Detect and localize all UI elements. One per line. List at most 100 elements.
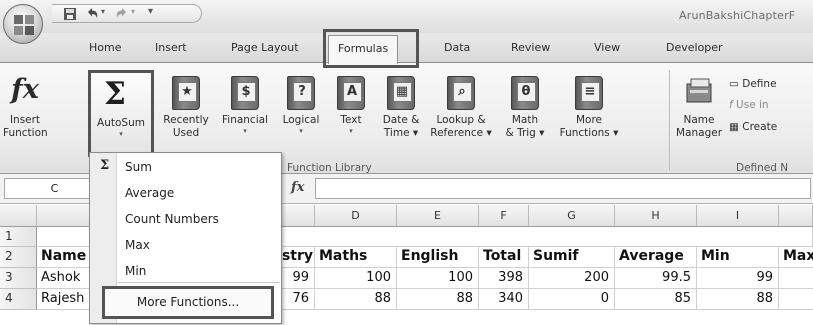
menu-item-more-functions[interactable]: More Functions... bbox=[102, 286, 274, 319]
undo-icon[interactable] bbox=[84, 6, 100, 22]
row-header-3[interactable]: 3 bbox=[0, 268, 37, 289]
cell-g3[interactable]: 200 bbox=[529, 268, 615, 289]
formula-input[interactable] bbox=[315, 178, 811, 199]
autosum-label: AutoSum bbox=[97, 117, 145, 129]
more-functions-icon: ≡ bbox=[575, 76, 603, 110]
cell-a3[interactable]: Ashok bbox=[37, 268, 97, 289]
cell-d3[interactable]: 100 bbox=[315, 268, 397, 289]
redo-dropdown-icon[interactable]: ▾ bbox=[131, 7, 135, 16]
office-logo-icon bbox=[14, 15, 34, 35]
insert-function-button[interactable]: fx Insert Function bbox=[3, 70, 48, 156]
defined-names-group-label: Defined N bbox=[736, 162, 789, 174]
row-header-4[interactable]: 4 bbox=[0, 289, 37, 310]
cell-j4[interactable] bbox=[779, 289, 813, 310]
more-functions-ribbon-button[interactable]: ≡ More Functions ▾ bbox=[556, 70, 622, 156]
tab-page-layout[interactable]: Page Layout bbox=[231, 41, 299, 54]
financial-icon: $ bbox=[231, 76, 259, 110]
cell-d2[interactable]: Maths bbox=[315, 247, 397, 268]
cell-a4[interactable]: Rajesh bbox=[37, 289, 97, 310]
window-title: ArunBakshiChapterF bbox=[679, 9, 796, 22]
function-library-group-label: Function Library bbox=[287, 162, 372, 174]
date-time-button[interactable]: ▦ Date & Time ▾ bbox=[377, 70, 425, 156]
calendar-icon: ▦ bbox=[387, 76, 415, 110]
cell-e3[interactable]: 100 bbox=[397, 268, 479, 289]
logical-button[interactable]: ? Logical ▾ bbox=[276, 70, 326, 156]
customize-qat-icon[interactable]: ▾ bbox=[148, 6, 153, 17]
sigma-icon: Σ bbox=[104, 76, 126, 112]
column-header-j[interactable] bbox=[779, 205, 813, 227]
cell-f2[interactable]: Total bbox=[479, 247, 529, 268]
define-name-button[interactable]: ▭ Define bbox=[729, 78, 777, 90]
recently-used-button[interactable]: ★ Recently Used bbox=[158, 70, 214, 156]
use-in-formula-icon: f bbox=[729, 99, 733, 111]
create-from-selection-icon: ▦ bbox=[729, 121, 739, 133]
math-trig-button[interactable]: θ Math & Trig ▾ bbox=[497, 70, 553, 156]
insert-function-fx-icon[interactable]: fx bbox=[291, 180, 304, 195]
select-all-corner[interactable] bbox=[0, 205, 37, 227]
define-name-icon: ▭ bbox=[729, 78, 739, 90]
tab-insert[interactable]: Insert bbox=[155, 41, 187, 54]
autosum-dropdown-menu: Σ Sum Average Count Numbers Max Min More… bbox=[89, 152, 282, 324]
quick-access-toolbar: ▾ ▾ ▾ bbox=[52, 4, 202, 23]
name-manager-button[interactable]: Name Manager bbox=[673, 70, 725, 156]
column-header-h[interactable]: H bbox=[615, 205, 697, 227]
name-manager-icon bbox=[686, 78, 712, 103]
cell-g2[interactable]: Sumif bbox=[529, 247, 615, 268]
tab-formulas[interactable]: Formulas bbox=[328, 35, 399, 64]
cell-a2[interactable]: Name bbox=[37, 247, 97, 268]
tab-data[interactable]: Data bbox=[444, 41, 470, 54]
tab-view[interactable]: View bbox=[594, 41, 620, 54]
cell-h3[interactable]: 99.5 bbox=[615, 268, 697, 289]
office-button[interactable] bbox=[3, 4, 43, 44]
cell-f4[interactable]: 340 bbox=[479, 289, 529, 310]
menu-item-count-numbers[interactable]: Count Numbers bbox=[125, 212, 219, 226]
sum-sigma-icon: Σ bbox=[100, 158, 110, 173]
cell-i3[interactable]: 99 bbox=[697, 268, 779, 289]
math-icon: θ bbox=[511, 76, 539, 110]
tab-review[interactable]: Review bbox=[511, 41, 550, 54]
tab-developer[interactable]: Developer bbox=[666, 41, 723, 54]
redo-icon[interactable] bbox=[114, 6, 130, 22]
financial-button[interactable]: $ Financial ▾ bbox=[217, 70, 273, 156]
row-header-2[interactable]: 2 bbox=[0, 247, 37, 268]
column-header-g[interactable]: G bbox=[529, 205, 615, 227]
logical-icon: ? bbox=[287, 76, 315, 110]
undo-dropdown-icon[interactable]: ▾ bbox=[101, 7, 105, 16]
cell-f3[interactable]: 398 bbox=[479, 268, 529, 289]
menu-item-max[interactable]: Max bbox=[125, 238, 150, 252]
title-bar: ▾ ▾ ▾ ArunBakshiChapterF bbox=[0, 0, 813, 33]
cell-h4[interactable]: 85 bbox=[615, 289, 697, 310]
lookup-icon: ⌕ bbox=[447, 76, 475, 110]
column-header-i[interactable]: I bbox=[697, 205, 779, 227]
text-icon: A bbox=[337, 76, 365, 110]
row-header-1[interactable]: 1 bbox=[0, 227, 37, 247]
group-divider bbox=[669, 70, 670, 170]
cell-j2[interactable]: Max bbox=[779, 247, 813, 268]
fx-icon: fx bbox=[11, 74, 39, 105]
create-from-selection-button[interactable]: ▦ Create bbox=[729, 121, 777, 133]
column-header-f[interactable]: F bbox=[479, 205, 529, 227]
menu-item-min[interactable]: Min bbox=[125, 264, 146, 278]
cell-i2[interactable]: Min bbox=[697, 247, 779, 268]
cell-h2[interactable]: Average bbox=[615, 247, 697, 268]
cell-j3[interactable] bbox=[779, 268, 813, 289]
cell-e4[interactable]: 88 bbox=[397, 289, 479, 310]
cell-d4[interactable]: 88 bbox=[315, 289, 397, 310]
autosum-button[interactable]: Σ AutoSum ▾ bbox=[88, 70, 154, 157]
cell-i4[interactable]: 88 bbox=[697, 289, 779, 310]
column-header-e[interactable]: E bbox=[397, 205, 479, 227]
menu-item-sum[interactable]: Sum bbox=[125, 160, 152, 174]
lookup-reference-button[interactable]: ⌕ Lookup & Reference ▾ bbox=[428, 70, 494, 156]
use-in-formula-button[interactable]: f Use in bbox=[729, 99, 769, 111]
text-functions-button[interactable]: A Text ▾ bbox=[329, 70, 373, 156]
tab-home[interactable]: Home bbox=[89, 41, 121, 54]
autosum-dropdown-icon: ▾ bbox=[119, 130, 123, 138]
menu-separator bbox=[118, 282, 280, 283]
column-header-d[interactable]: D bbox=[315, 205, 397, 227]
cell-e2[interactable]: English bbox=[397, 247, 479, 268]
cell-g4[interactable]: 0 bbox=[529, 289, 615, 310]
save-icon[interactable] bbox=[62, 6, 78, 22]
menu-item-average[interactable]: Average bbox=[125, 186, 174, 200]
recently-used-icon: ★ bbox=[172, 76, 200, 110]
ribbon-tab-row: Home Insert Page Layout Formulas Data Re… bbox=[0, 33, 813, 64]
